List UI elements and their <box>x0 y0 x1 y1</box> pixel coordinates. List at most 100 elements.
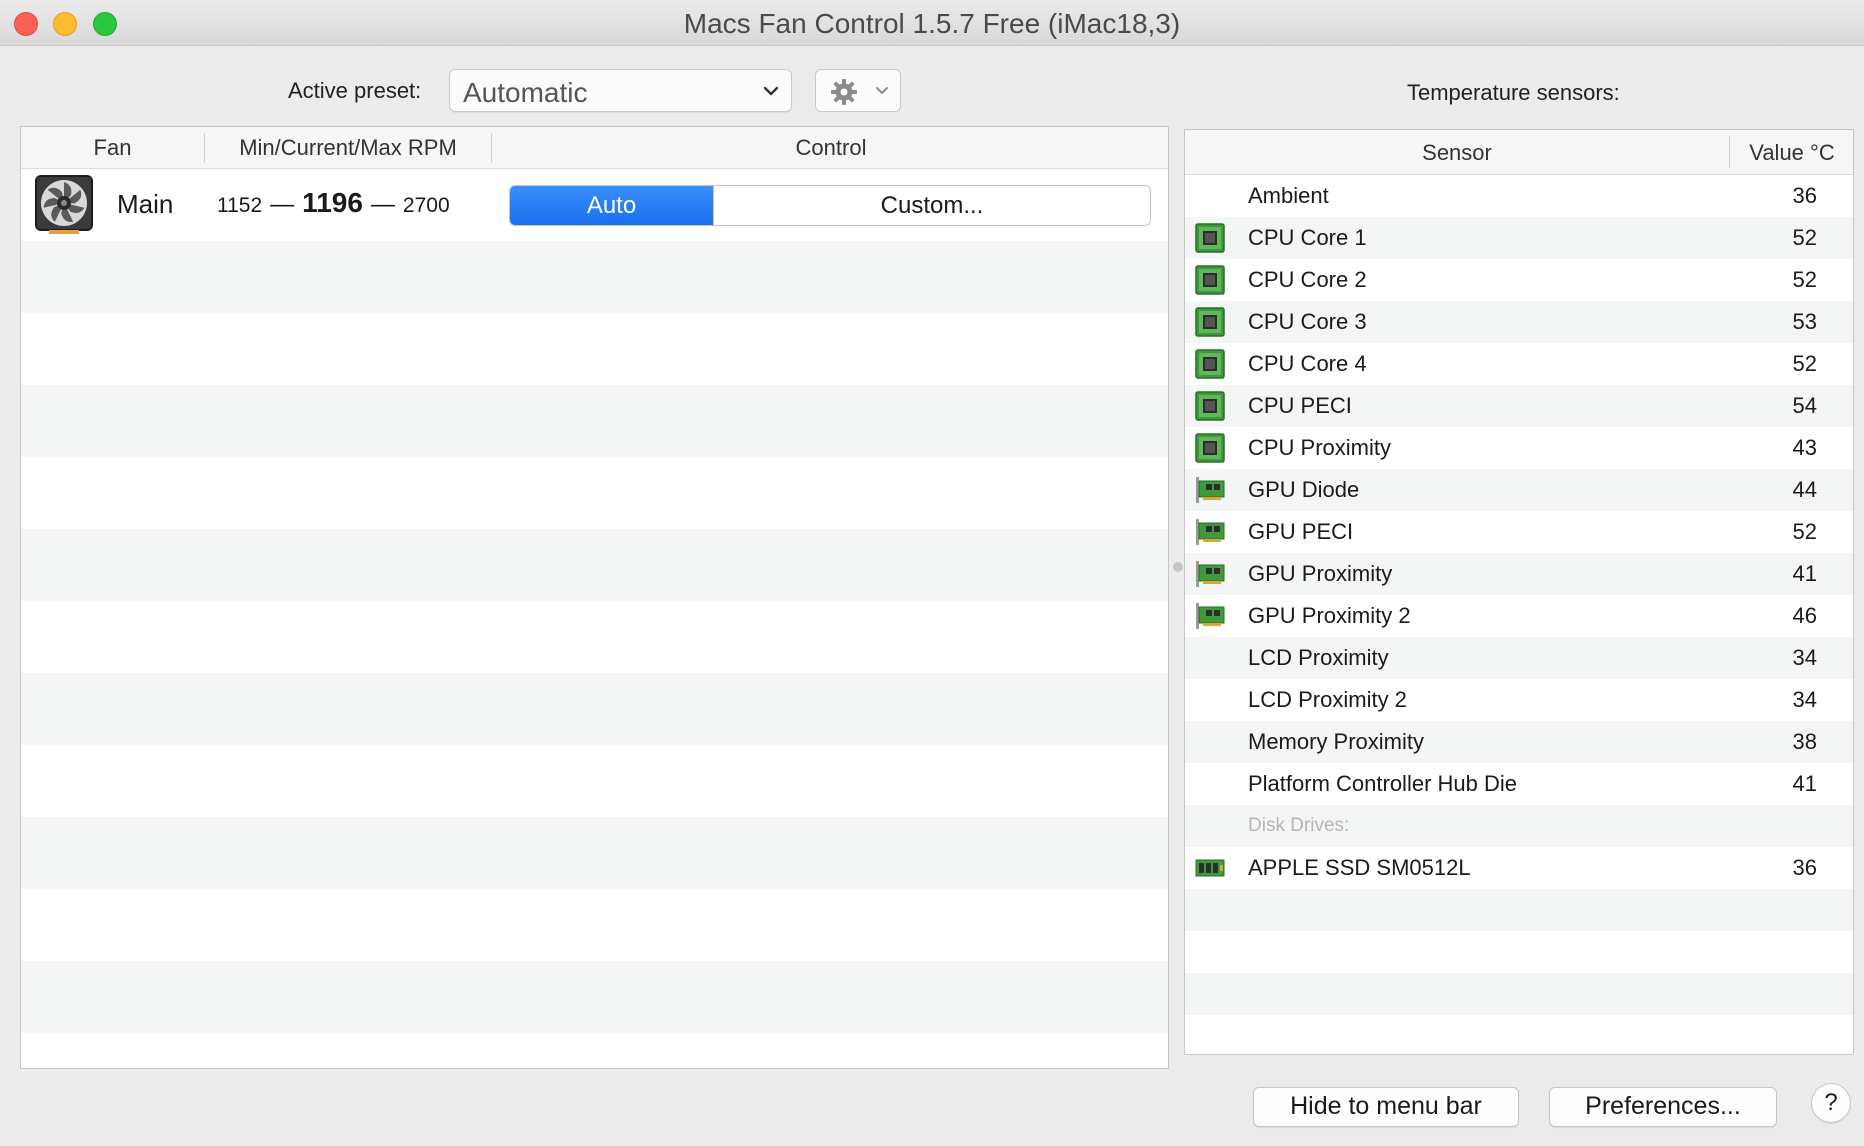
empty-row <box>21 385 1168 457</box>
column-header-fan[interactable]: Fan <box>21 135 204 161</box>
sensor-row-cpu-core-3[interactable]: CPU Core 3 53 <box>1185 301 1853 343</box>
sensor-row-apple-ssd-sm0512l[interactable]: APPLE SSD SM0512L 36 <box>1185 847 1853 889</box>
preset-actions-menu-button[interactable] <box>815 69 901 112</box>
help-button[interactable]: ? <box>1811 1083 1851 1123</box>
sensor-row-memory-proximity[interactable]: Memory Proximity 38 <box>1185 721 1853 763</box>
sensor-row-platform-controller-hub-die[interactable]: Platform Controller Hub Die 41 <box>1185 763 1853 805</box>
sensor-name: LCD Proximity <box>1248 645 1389 670</box>
sensor-row-gpu-peci[interactable]: GPU PECI 52 <box>1185 511 1853 553</box>
sensor-row-ambient[interactable]: Ambient 36 <box>1185 175 1853 217</box>
sensor-value: 52 <box>1792 267 1817 292</box>
hide-to-menu-bar-button[interactable]: Hide to menu bar <box>1253 1087 1519 1127</box>
sensor-value: 52 <box>1792 351 1817 376</box>
sensor-name: Platform Controller Hub Die <box>1248 771 1517 796</box>
empty-row <box>21 817 1168 889</box>
fan-table: Fan Min/Current/Max RPM Control Main 115… <box>20 126 1169 1069</box>
sensor-name: Memory Proximity <box>1248 729 1425 754</box>
rpm-separator: — <box>370 191 395 218</box>
cpu-chip-icon <box>1195 433 1225 463</box>
active-preset-label: Active preset: <box>288 78 422 103</box>
fan-max-rpm: 2700 <box>402 194 450 217</box>
sensor-row-cpu-core-4[interactable]: CPU Core 4 52 <box>1185 343 1853 385</box>
active-preset-dropdown[interactable]: Automatic <box>449 69 792 112</box>
fan-table-body: Main 1152 — 1196 — 2700 Auto Custom... <box>21 169 1168 1068</box>
fan-row-main[interactable]: Main 1152 — 1196 — 2700 Auto Custom... <box>21 169 1168 241</box>
sensor-row-cpu-peci[interactable]: CPU PECI 54 <box>1185 385 1853 427</box>
sensor-row-cpu-proximity[interactable]: CPU Proximity 43 <box>1185 427 1853 469</box>
cpu-chip-icon <box>1195 307 1225 337</box>
gear-icon <box>831 79 857 105</box>
title-bar[interactable]: Macs Fan Control 1.5.7 Free (iMac18,3) <box>0 0 1864 46</box>
sensor-value: 36 <box>1792 855 1817 880</box>
sensor-row-cpu-core-2[interactable]: CPU Core 2 52 <box>1185 259 1853 301</box>
disk-drives-section-label: Disk Drives: <box>1248 815 1350 836</box>
ssd-icon <box>1195 859 1225 877</box>
column-header-value[interactable]: Value °C <box>1730 140 1853 166</box>
active-preset-value: Automatic <box>463 77 588 108</box>
sensor-name: GPU Proximity <box>1248 561 1393 586</box>
sensor-row-lcd-proximity-2[interactable]: LCD Proximity 2 34 <box>1185 679 1853 721</box>
temperature-sensors-heading: Temperature sensors: <box>1407 80 1620 105</box>
empty-row <box>21 961 1168 1033</box>
sensor-value: 41 <box>1792 561 1817 586</box>
sensor-row-cpu-core-1[interactable]: CPU Core 1 52 <box>1185 217 1853 259</box>
empty-row <box>21 241 1168 313</box>
empty-row <box>1185 1015 1853 1054</box>
column-header-rpm[interactable]: Min/Current/Max RPM <box>205 135 491 161</box>
rpm-separator: — <box>270 191 295 218</box>
cpu-chip-icon <box>1195 223 1225 253</box>
auto-control-button[interactable]: Auto <box>510 186 713 225</box>
sensor-name: CPU Core 2 <box>1248 267 1367 292</box>
sensor-name: Ambient <box>1248 183 1329 208</box>
app-window: Macs Fan Control 1.5.7 Free (iMac18,3) A… <box>0 0 1864 1146</box>
sensor-name: LCD Proximity 2 <box>1248 687 1407 712</box>
empty-row <box>21 1033 1168 1068</box>
empty-row <box>21 745 1168 817</box>
temperature-sensor-table: Sensor Value °C Ambient 36 CPU Core 1 52 CPU… <box>1184 129 1854 1055</box>
sensor-value: 34 <box>1792 645 1817 670</box>
empty-row <box>21 313 1168 385</box>
sensor-name: GPU PECI <box>1248 519 1354 544</box>
fan-control-segmented: Auto Custom... <box>509 185 1151 226</box>
sensor-row-gpu-proximity[interactable]: GPU Proximity 41 <box>1185 553 1853 595</box>
sensor-row-gpu-proximity-2[interactable]: GPU Proximity 2 46 <box>1185 595 1853 637</box>
column-header-control[interactable]: Control <box>492 135 1168 161</box>
sensor-value: 36 <box>1792 183 1817 208</box>
sensor-row-gpu-diode[interactable]: GPU Diode 44 <box>1185 469 1853 511</box>
sensor-name: GPU Diode <box>1248 477 1360 502</box>
sensor-value: 54 <box>1792 393 1817 418</box>
sensor-name: CPU PECI <box>1248 393 1352 418</box>
sensor-value: 46 <box>1792 603 1817 628</box>
fan-min-rpm: 1152 <box>217 194 263 217</box>
gpu-card-icon <box>1196 603 1225 629</box>
fan-icon <box>35 175 93 234</box>
sensor-table-header: Sensor Value °C <box>1185 130 1853 175</box>
column-header-sensor[interactable]: Sensor <box>1185 140 1729 166</box>
sensor-table-body: Ambient 36 CPU Core 1 52 CPU Core 2 52 CPU Cor… <box>1185 175 1853 1054</box>
gpu-card-icon <box>1196 561 1225 587</box>
sensor-name: CPU Core 4 <box>1248 351 1367 376</box>
empty-row <box>21 529 1168 601</box>
preferences-button[interactable]: Preferences... <box>1549 1087 1777 1127</box>
fan-name: Main <box>117 189 174 219</box>
sensor-name: APPLE SSD SM0512L <box>1248 855 1471 880</box>
sensor-name: CPU Core 3 <box>1248 309 1367 334</box>
chevron-down-icon <box>876 87 888 94</box>
cpu-chip-icon <box>1195 349 1225 379</box>
sensor-value: 34 <box>1792 687 1817 712</box>
sensor-value: 43 <box>1792 435 1817 460</box>
empty-row <box>21 457 1168 529</box>
empty-row <box>21 889 1168 961</box>
sensor-value: 53 <box>1792 309 1817 334</box>
cpu-chip-icon <box>1195 391 1225 421</box>
split-view-handle[interactable] <box>1171 560 1183 576</box>
sensor-name: CPU Proximity <box>1248 435 1392 460</box>
fan-rpm-readout: 1152 — 1196 — 2700 <box>217 187 450 219</box>
gpu-card-icon <box>1196 477 1225 503</box>
sensor-value: 52 <box>1792 519 1817 544</box>
sensor-row-lcd-proximity[interactable]: LCD Proximity 34 <box>1185 637 1853 679</box>
cpu-chip-icon <box>1195 265 1225 295</box>
custom-control-button[interactable]: Custom... <box>713 186 1150 225</box>
chevron-down-icon <box>763 86 779 96</box>
disk-drives-section-row: Disk Drives: <box>1185 805 1853 847</box>
